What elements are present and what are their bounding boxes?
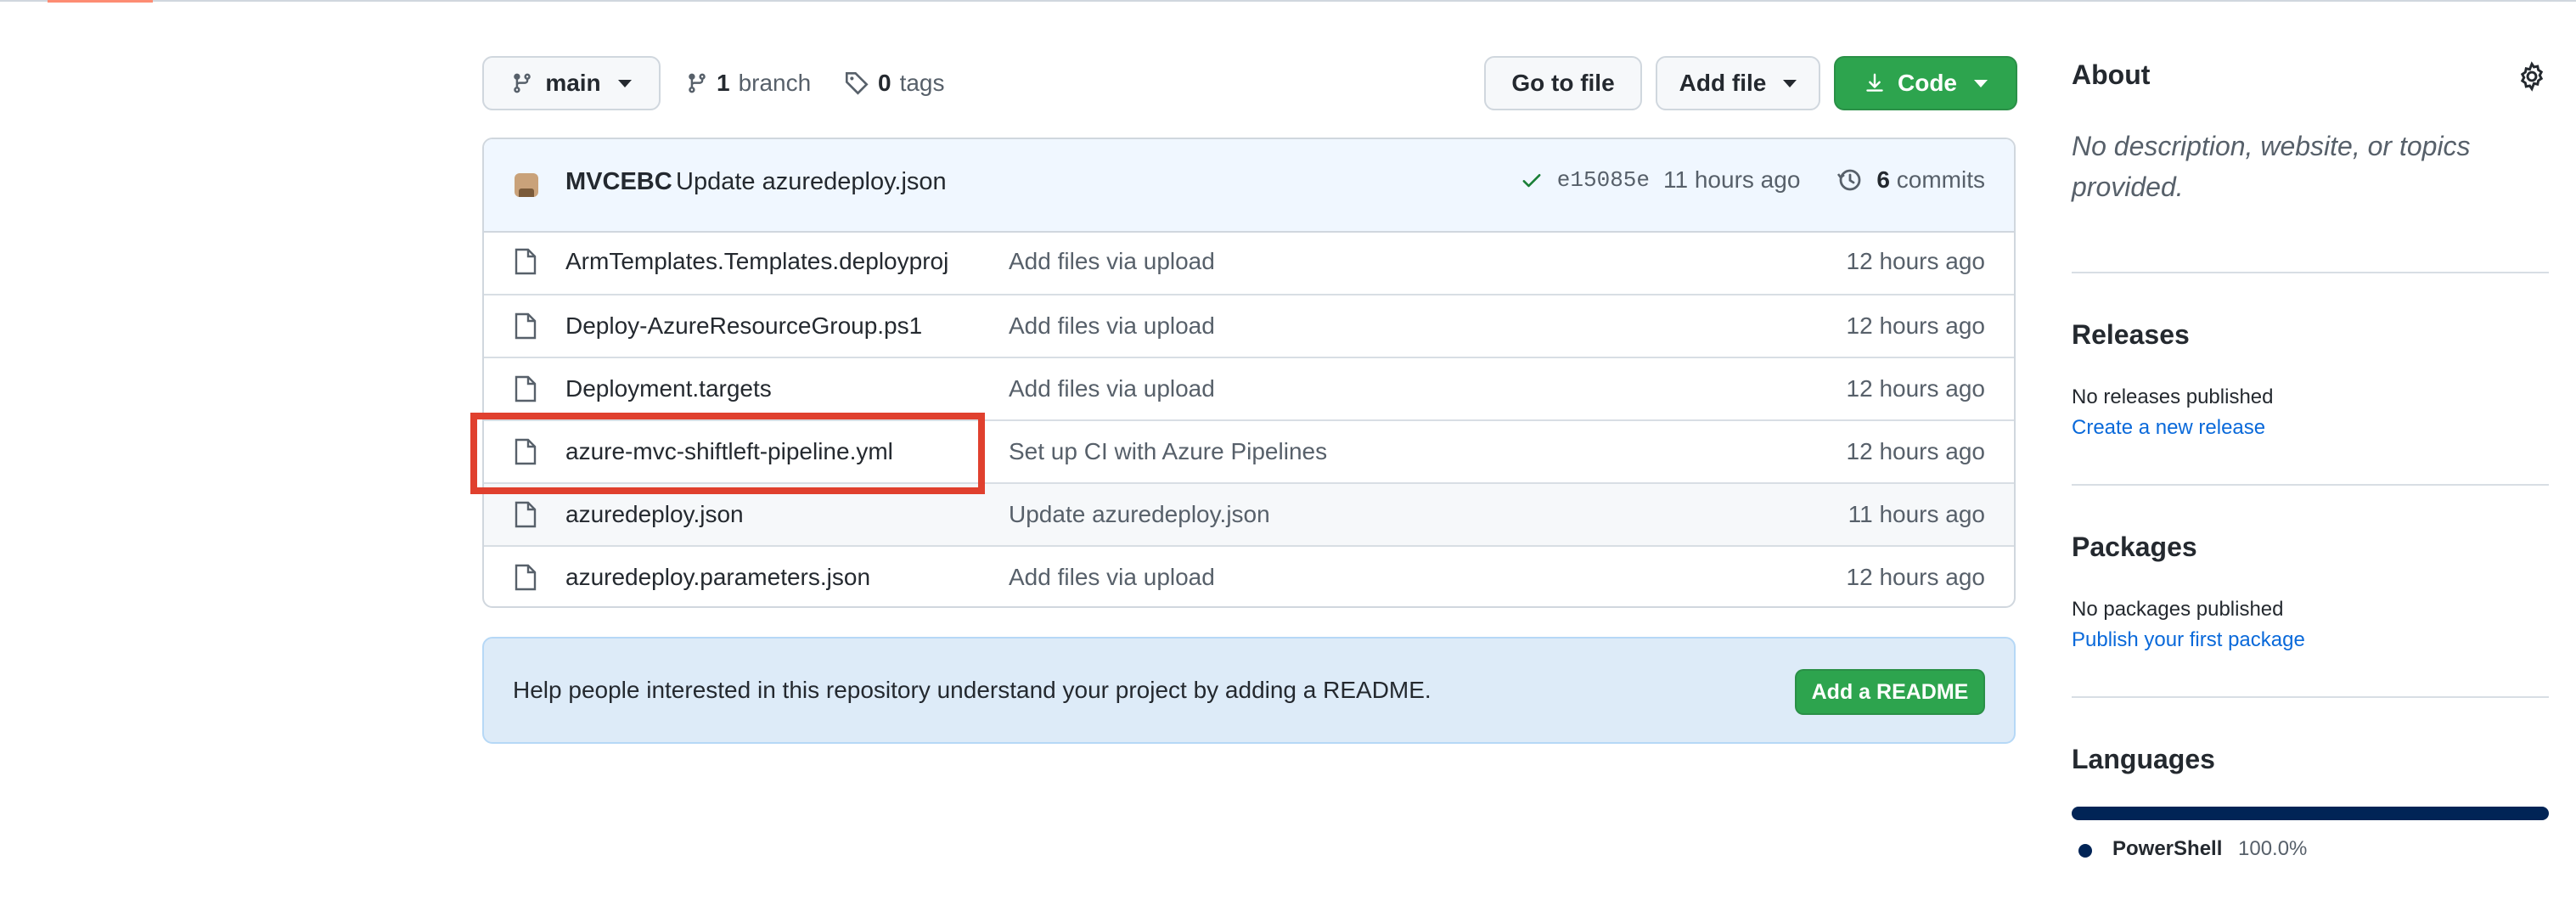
commit-meta: e15085e 11 hours ago 6 commits [1520, 166, 1985, 194]
divider [2072, 272, 2549, 273]
add-file-label: Add file [1679, 70, 1767, 96]
file-age: 12 hours ago [1846, 248, 1985, 274]
latest-commit-bar: MVCEBC Update azuredeploy.json e15085e 1… [484, 139, 2014, 233]
file-age: 12 hours ago [1846, 312, 1985, 339]
language-name[interactable]: PowerShell [2112, 837, 2222, 861]
file-commit-link[interactable]: Add files via upload [1009, 248, 1215, 275]
highlight-box [470, 413, 985, 494]
file-age: 12 hours ago [1846, 564, 1985, 590]
file-commit-link[interactable]: Set up CI with Azure Pipelines [1009, 438, 1327, 465]
commit-word: commits [1896, 166, 1985, 193]
commits-link[interactable]: 6 commits [1876, 166, 1985, 194]
branch-select-button[interactable]: main [482, 56, 661, 110]
add-file-button[interactable]: Add file [1656, 56, 1820, 110]
go-to-file-label: Go to file [1511, 70, 1615, 96]
no-releases-text: No releases published [2072, 385, 2274, 408]
file-row[interactable]: Deployment.targets Add files via upload … [484, 357, 2014, 419]
branch-name: main [545, 70, 601, 96]
file-icon [515, 375, 537, 402]
branch-count: 1 [717, 70, 730, 96]
commit-message-link[interactable]: Update azuredeploy.json [676, 168, 947, 196]
about-heading: About [2072, 59, 2151, 90]
tab-underline [0, 0, 2576, 2]
file-commit-link[interactable]: Update azuredeploy.json [1009, 501, 1270, 528]
commit-age: 11 hours ago [1663, 166, 1801, 193]
branches-link[interactable]: 1 branch [686, 66, 811, 100]
chevron-down-icon [1974, 79, 1988, 87]
branch-word: branch [738, 70, 812, 96]
commit-count: 6 [1876, 166, 1890, 193]
file-name-link[interactable]: azuredeploy.parameters.json [565, 564, 870, 591]
releases-heading[interactable]: Releases [2072, 319, 2190, 351]
file-name-link[interactable]: Deploy-AzureResourceGroup.ps1 [565, 312, 922, 340]
git-branch-icon [514, 73, 532, 93]
language-bar [2072, 807, 2549, 820]
file-age: 12 hours ago [1846, 375, 1985, 402]
no-packages-text: No packages published [2072, 598, 2284, 621]
file-age: 11 hours ago [1848, 501, 1985, 527]
file-icon [515, 248, 537, 275]
file-commit-link[interactable]: Add files via upload [1009, 564, 1215, 591]
commit-sha-link[interactable]: e15085e [1557, 167, 1650, 193]
chevron-down-icon [1783, 79, 1797, 87]
file-commit-link[interactable]: Add files via upload [1009, 312, 1215, 340]
file-age: 12 hours ago [1846, 438, 1985, 464]
add-readme-button[interactable]: Add a README [1795, 669, 1985, 715]
packages-heading[interactable]: Packages [2072, 532, 2197, 563]
file-row[interactable]: Deploy-AzureResourceGroup.ps1 Add files … [484, 294, 2014, 357]
repo-page: main 1 branch 0 tags Go to file Add file… [0, 0, 2576, 917]
file-commit-link[interactable]: Add files via upload [1009, 375, 1215, 402]
language-percent: 100.0% [2238, 837, 2308, 860]
code-button[interactable]: Code [1834, 56, 2017, 110]
file-icon [515, 312, 537, 340]
check-icon [1522, 174, 1541, 188]
tag-word: tags [899, 70, 945, 96]
tags-link[interactable]: 0 tags [844, 66, 945, 100]
divider [2072, 696, 2549, 698]
code-label: Code [1898, 70, 1957, 96]
file-icon [515, 501, 537, 528]
tag-icon [845, 71, 869, 95]
chevron-down-icon [617, 79, 632, 87]
file-icon [515, 564, 537, 591]
file-name-link[interactable]: azuredeploy.json [565, 501, 744, 528]
file-list: MVCEBC Update azuredeploy.json e15085e 1… [482, 138, 2016, 608]
file-name-link[interactable]: Deployment.targets [565, 375, 772, 402]
avatar[interactable] [515, 173, 538, 197]
tag-count: 0 [878, 70, 891, 96]
languages-heading: Languages [2072, 744, 2215, 774]
selected-tab-accent [48, 0, 153, 3]
git-branch-icon [689, 73, 706, 93]
create-release-link[interactable]: Create a new release [2072, 416, 2265, 440]
readme-banner: Help people interested in this repositor… [482, 637, 2016, 744]
file-name-link[interactable]: ArmTemplates.Templates.deployproj [565, 248, 948, 275]
divider [2072, 484, 2549, 486]
file-row[interactable]: ArmTemplates.Templates.deployproj Add fi… [484, 231, 2014, 294]
readme-banner-text: Help people interested in this repositor… [513, 677, 1431, 703]
gear-icon[interactable] [2517, 61, 2547, 92]
file-row[interactable]: azuredeploy.parameters.json Add files vi… [484, 545, 2014, 606]
about-description: No description, website, or topics provi… [2072, 131, 2471, 202]
download-icon [1866, 73, 1883, 92]
history-icon [1837, 169, 1861, 191]
publish-package-link[interactable]: Publish your first package [2072, 628, 2305, 652]
go-to-file-button[interactable]: Go to file [1484, 56, 1642, 110]
commit-author-link[interactable]: MVCEBC [565, 168, 672, 196]
language-dot [2078, 844, 2092, 858]
